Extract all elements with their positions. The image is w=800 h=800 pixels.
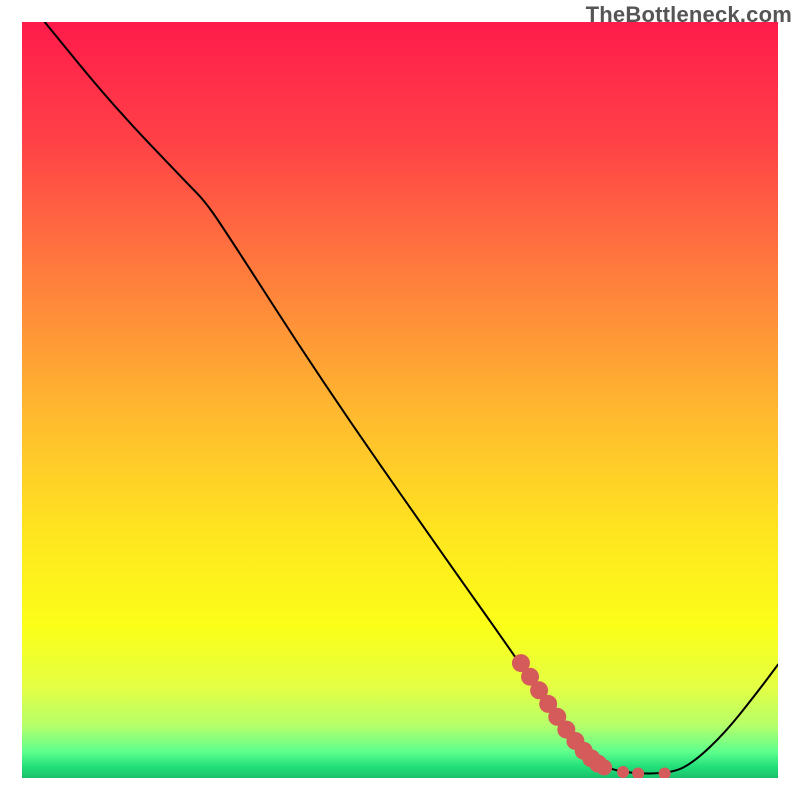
watermark-text: TheBottleneck.com xyxy=(586,2,792,28)
chart-svg xyxy=(22,22,778,778)
highlight-dot xyxy=(596,759,612,775)
chart-container: TheBottleneck.com xyxy=(0,0,800,800)
highlight-dot xyxy=(617,766,629,778)
plot-background xyxy=(22,22,778,778)
